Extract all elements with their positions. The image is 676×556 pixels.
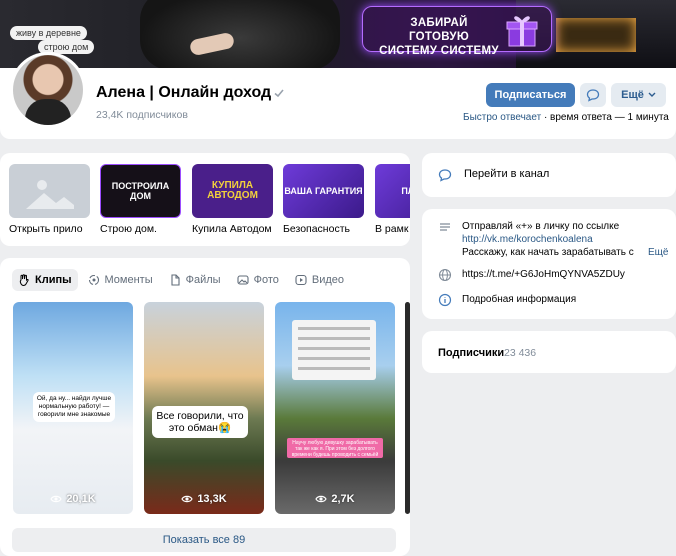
clip-card[interactable]: Научу любую девушку зарабатывать так же …	[275, 302, 395, 514]
app-label: Строю дом.	[100, 223, 157, 235]
message-button[interactable]	[580, 83, 606, 107]
cover-promo-banner: ЗАБИРАЙ ГОТОВУЮ СИСТЕМУ СИСТЕМУ	[362, 6, 552, 57]
chevron-down-icon	[648, 92, 656, 97]
tab-video[interactable]: Видео	[289, 269, 350, 291]
tab-label: Клипы	[35, 274, 72, 286]
tab-moments[interactable]: Моменты	[82, 269, 159, 291]
show-all-clips-button[interactable]: Показать все 89	[12, 528, 396, 552]
text-lines-icon	[440, 223, 450, 231]
tab-label: Моменты	[104, 274, 153, 286]
moments-icon	[88, 274, 99, 286]
clip-views-count: 2,7K	[331, 493, 355, 505]
tab-label: Файлы	[185, 274, 221, 286]
app-thumbnail	[9, 164, 90, 218]
app-label: Открыть прило	[9, 223, 83, 235]
followers-card[interactable]: Подписчики 23 436	[422, 331, 676, 373]
eye-icon	[50, 495, 63, 503]
reply-speed[interactable]: Быстро отвечает	[463, 112, 541, 123]
more-button-label: Ещё	[621, 89, 644, 101]
info-details-row: Подробная информация	[438, 293, 674, 307]
goto-channel-card[interactable]: Перейти в канал	[422, 153, 676, 197]
info-more-link[interactable]: Ещё	[648, 246, 668, 259]
clip-card[interactable]: Все говорили, что это обман😭 13,3K	[144, 302, 264, 514]
profile-name: Алена | Онлайн доход	[96, 84, 272, 101]
app-label: Купила Автодом	[192, 223, 272, 235]
info-description: Отправляй «+» в личку по ссылке http://v…	[462, 220, 674, 259]
clip-views: 20,1K	[13, 493, 133, 505]
clip-caption: Все говорили, что это обман😭	[152, 406, 248, 438]
app-thumbnail-text: ВАША ГАРАНТИЯ	[284, 186, 363, 196]
app-item[interactable]: ПОСТРОИЛА ДОМ Строю дом.	[100, 164, 181, 235]
file-icon	[171, 274, 180, 286]
more-button[interactable]: Ещё	[611, 83, 666, 107]
tab-clips[interactable]: Клипы	[12, 269, 78, 291]
app-label: В рамк	[375, 223, 409, 235]
app-item[interactable]: Открыть прило	[9, 164, 90, 235]
apps-carousel: Открыть прило ПОСТРОИЛА ДОМ Строю дом. К…	[0, 153, 410, 246]
clip-caption: Ой, да ну... найди лучше нормальную рабо…	[33, 392, 115, 422]
clip-views: 2,7K	[275, 493, 395, 505]
app-thumbnail: ВАША ГАРАНТИЯ	[283, 164, 364, 218]
app-thumbnail-text: КУПИЛА АВТОДОМ	[207, 180, 258, 201]
app-label: Безопасность	[283, 223, 350, 235]
cover-promo-text: ЗАБИРАЙ ГОТОВУЮ СИСТЕМУ СИСТЕМУ	[379, 17, 499, 57]
info-line-text: Расскажу, как начать зарабатывать с	[462, 247, 634, 258]
tab-label: Фото	[253, 274, 279, 286]
app-thumbnail: ПОСТРОИЛА ДОМ	[100, 164, 181, 218]
reply-time: Быстро отвечает · время ответа — 1 минут…	[463, 112, 669, 123]
profile-header: Алена | Онлайн доход 23,4K подписчиков П…	[0, 52, 676, 139]
tab-label: Видео	[311, 274, 344, 286]
clip-card-partial[interactable]	[405, 302, 410, 514]
info-icon	[438, 293, 452, 307]
image-placeholder-icon	[25, 180, 74, 209]
subscribe-button[interactable]: Подписаться	[486, 83, 575, 107]
followers-count: 23 436	[504, 347, 537, 359]
telegram-link[interactable]: https://t.me/+G6JoHmQYNVA5ZDUy	[462, 268, 674, 282]
app-thumbnail: ПЛ НА	[375, 164, 410, 218]
followers-label: Подписчики	[438, 347, 505, 359]
subscriber-count[interactable]: 23,4K подписчиков	[96, 109, 188, 121]
verified-check-icon	[274, 89, 284, 98]
info-card: Отправляй «+» в личку по ссылке http://v…	[422, 209, 676, 319]
goto-channel-label: Перейти в канал	[464, 168, 550, 180]
clip-views-count: 20,1K	[66, 493, 96, 505]
message-icon	[586, 89, 600, 102]
media-tabs: Клипы Моменты Файлы Фото Видео	[12, 269, 350, 291]
cover-person-image	[140, 0, 340, 68]
details-link[interactable]: Подробная информация	[462, 293, 674, 307]
video-icon	[295, 274, 307, 286]
eye-icon	[181, 495, 194, 503]
chat-icon	[438, 169, 452, 182]
reply-time-text: · время ответа — 1 минута	[541, 112, 669, 123]
app-thumbnail: КУПИЛА АВТОДОМ	[192, 164, 273, 218]
eye-icon	[315, 495, 328, 503]
tab-files[interactable]: Файлы	[163, 269, 227, 291]
info-link[interactable]: http://vk.me/korochenkoalena	[462, 233, 674, 246]
photo-icon	[237, 275, 249, 285]
cover-banner: живу в деревне строю дом ЗАБИРАЙ ГОТОВУЮ…	[0, 0, 676, 68]
app-thumbnail-text: ПОСТРОИЛА ДОМ	[111, 181, 170, 201]
info-link-row: https://t.me/+G6JoHmQYNVA5ZDUy	[438, 268, 674, 282]
info-line: Отправляй «+» в личку по ссылке	[462, 221, 620, 232]
gift-icon	[506, 16, 538, 47]
app-item[interactable]: ПЛ НА В рамк	[375, 164, 410, 235]
clip-card[interactable]: Ой, да ну... найди лучше нормальную рабо…	[13, 302, 133, 514]
clip-views-count: 13,3K	[197, 493, 227, 505]
app-item[interactable]: ВАША ГАРАНТИЯ Безопасность	[283, 164, 364, 235]
avatar[interactable]	[10, 52, 86, 128]
clip-overlay-screenshot	[292, 320, 376, 380]
cover-tag: живу в деревне	[10, 26, 87, 40]
globe-icon	[438, 268, 452, 282]
tab-photos[interactable]: Фото	[231, 269, 285, 291]
info-line: Расскажу, как начать зарабатывать с Ещё	[462, 246, 674, 259]
clip-caption: Научу любую девушку зарабатывать так же …	[287, 438, 383, 458]
media-section: Клипы Моменты Файлы Фото Видео Ой, да ну…	[0, 258, 410, 556]
clips-icon	[19, 274, 29, 286]
info-description-row: Отправляй «+» в личку по ссылке http://v…	[438, 220, 674, 259]
clip-views: 13,3K	[144, 493, 264, 505]
app-thumbnail-text: ПЛ НА	[401, 186, 410, 196]
app-item[interactable]: КУПИЛА АВТОДОМ Купила Автодом	[192, 164, 273, 235]
